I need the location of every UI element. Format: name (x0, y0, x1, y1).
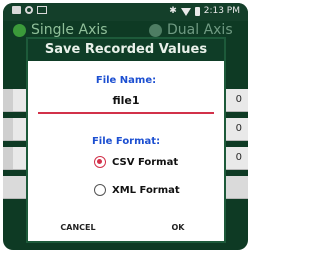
radio-xml-format[interactable]: XML Format (94, 184, 180, 196)
cancel-button[interactable]: CANCEL (48, 219, 108, 237)
notification-box-icon (12, 6, 21, 14)
bluetooth-icon: ✱ (169, 6, 177, 16)
row-value: 0 (235, 152, 242, 163)
status-right-icons: ✱ 2:13 PM (169, 5, 240, 18)
tab-label: Single Axis (31, 22, 108, 38)
radio-label: CSV Format (112, 156, 179, 168)
status-bar: ✱ 2:13 PM (3, 3, 248, 21)
phone-screen: ✱ 2:13 PM Single Axis Dual Axis 0 0 0 Sa… (3, 3, 248, 250)
tab-indicator-icon (149, 23, 162, 37)
dialog-title: Save Recorded Values (28, 39, 224, 61)
tab-dual-axis[interactable]: Dual Axis (149, 22, 233, 38)
battery-icon (194, 7, 200, 16)
radio-unselected-icon[interactable] (94, 184, 106, 196)
radio-label: XML Format (112, 184, 180, 196)
ok-button[interactable]: OK (148, 219, 208, 237)
tab-indicator-icon (13, 23, 26, 37)
file-name-underline (38, 112, 214, 114)
row-edge (3, 89, 13, 111)
tab-label: Dual Axis (167, 22, 233, 38)
settings-gear-icon (25, 6, 33, 14)
row-edge (3, 118, 13, 140)
status-time: 2:13 PM (203, 6, 240, 16)
save-dialog: Save Recorded Values File Name: file1 Fi… (26, 37, 226, 243)
file-name-label: File Name: (95, 75, 157, 86)
file-name-input[interactable]: file1 (38, 94, 214, 107)
image-icon (37, 6, 47, 14)
file-format-label: File Format: (91, 136, 161, 147)
status-left-icons (12, 6, 47, 14)
radio-selected-icon[interactable] (94, 156, 106, 168)
wifi-icon (180, 7, 191, 16)
row-edge (3, 147, 13, 169)
row-value: 0 (235, 94, 242, 105)
tab-single-axis[interactable]: Single Axis (13, 22, 108, 38)
radio-csv-format[interactable]: CSV Format (94, 156, 178, 168)
row-value: 0 (235, 123, 242, 134)
